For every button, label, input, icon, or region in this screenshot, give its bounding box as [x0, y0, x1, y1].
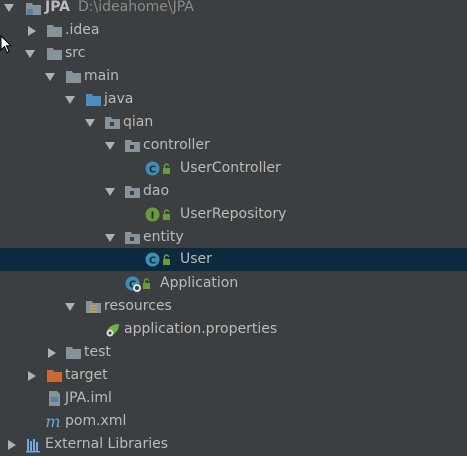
- src-label: src: [65, 45, 86, 61]
- collapse-arrow-icon[interactable]: [28, 370, 36, 381]
- qian-label: qian: [123, 114, 154, 130]
- package-icon: [125, 140, 140, 152]
- folder-icon: [47, 48, 62, 60]
- expand-arrow-icon[interactable]: [105, 142, 115, 150]
- mouse-cursor-icon: [0, 35, 13, 54]
- lock-icon: [163, 163, 170, 174]
- package-icon: [125, 232, 140, 244]
- package-icon: [125, 186, 140, 198]
- tree-row-user-controller[interactable]: C UserController: [0, 157, 467, 180]
- svg-text:I: I: [151, 211, 155, 222]
- tree-row-application[interactable]: C Application: [0, 272, 467, 295]
- tree-row-jpa-iml[interactable]: JPA.iml: [0, 387, 467, 410]
- tree-row-resources[interactable]: resources: [0, 295, 467, 318]
- target-label: target: [65, 367, 108, 383]
- lock-icon: [163, 209, 170, 220]
- tree-row-user-repository[interactable]: I UserRepository: [0, 203, 467, 226]
- tree-row-target[interactable]: target: [0, 364, 467, 387]
- svg-text:C: C: [149, 256, 156, 267]
- application-label: Application: [160, 275, 239, 291]
- module-folder-icon: [26, 3, 41, 15]
- collapse-arrow-icon[interactable]: [8, 439, 16, 450]
- folder-icon: [66, 347, 81, 359]
- idea-label: .idea: [65, 22, 100, 38]
- spring-properties-icon: [106, 324, 119, 337]
- user-controller-label: UserController: [180, 160, 281, 176]
- root-path: D:\ideahome\JPA: [78, 0, 194, 15]
- resources-folder-icon: [86, 301, 101, 313]
- tree-row-java[interactable]: java: [0, 88, 467, 111]
- java-class-icon: C: [145, 161, 160, 176]
- excluded-folder-icon: [47, 370, 62, 382]
- tree-row-entity[interactable]: entity: [0, 226, 467, 249]
- libraries-icon: [26, 439, 40, 453]
- expand-arrow-icon[interactable]: [105, 188, 115, 196]
- spring-boot-class-icon: C: [125, 276, 141, 292]
- folder-icon: [66, 71, 81, 83]
- entity-label: entity: [143, 229, 184, 245]
- user-label: User: [180, 251, 212, 267]
- lock-icon: [143, 278, 150, 289]
- tree-row-dao[interactable]: dao: [0, 180, 467, 203]
- collapse-arrow-icon[interactable]: [28, 25, 36, 36]
- dao-label: dao: [143, 183, 170, 199]
- tree-row-application-properties[interactable]: application.properties: [0, 318, 467, 341]
- package-icon: [105, 117, 120, 129]
- java-label: java: [104, 91, 134, 107]
- java-class-icon: C: [145, 252, 160, 267]
- expand-arrow-icon[interactable]: [65, 96, 75, 104]
- main-label: main: [84, 68, 119, 84]
- maven-file-icon: m: [45, 413, 60, 430]
- tree-row-src[interactable]: src: [0, 42, 467, 65]
- external-libraries-label: External Libraries: [45, 436, 168, 452]
- svg-text:C: C: [149, 165, 156, 176]
- pom-xml-label: pom.xml: [65, 413, 127, 429]
- tree-row-user[interactable]: C User: [0, 248, 467, 271]
- resources-label: resources: [104, 298, 172, 314]
- expand-arrow-icon[interactable]: [105, 234, 115, 242]
- expand-arrow-icon[interactable]: [45, 73, 55, 81]
- tree-row-main[interactable]: main: [0, 65, 467, 88]
- lock-icon: [163, 254, 170, 265]
- user-repository-label: UserRepository: [180, 206, 287, 222]
- tree-row-jpa[interactable]: JPA D:\ideahome\JPA: [0, 0, 467, 19]
- tree-row-external-libraries[interactable]: External Libraries: [0, 433, 467, 456]
- tree-row-controller[interactable]: controller: [0, 134, 467, 157]
- folder-icon: [47, 25, 62, 37]
- expand-arrow-icon[interactable]: [25, 50, 35, 58]
- controller-label: controller: [143, 137, 210, 153]
- jpa-iml-label: JPA.iml: [65, 390, 112, 406]
- tree-row-qian[interactable]: qian: [0, 111, 467, 134]
- expand-arrow-icon[interactable]: [65, 303, 75, 311]
- java-interface-icon: I: [145, 207, 160, 222]
- collapse-arrow-icon[interactable]: [48, 347, 56, 358]
- expand-arrow-icon[interactable]: [4, 4, 14, 12]
- tree-row-pom-xml[interactable]: m pom.xml: [0, 410, 467, 433]
- application-properties-label: application.properties: [124, 321, 278, 337]
- iml-file-icon: [49, 391, 60, 406]
- expand-arrow-icon[interactable]: [85, 119, 95, 127]
- source-root-folder-icon: [86, 94, 101, 106]
- test-label: test: [84, 344, 111, 360]
- tree-row-idea[interactable]: .idea: [0, 19, 467, 42]
- tree-row-test[interactable]: test: [0, 341, 467, 364]
- svg-text:m: m: [45, 413, 60, 430]
- root-label: JPA: [45, 0, 71, 15]
